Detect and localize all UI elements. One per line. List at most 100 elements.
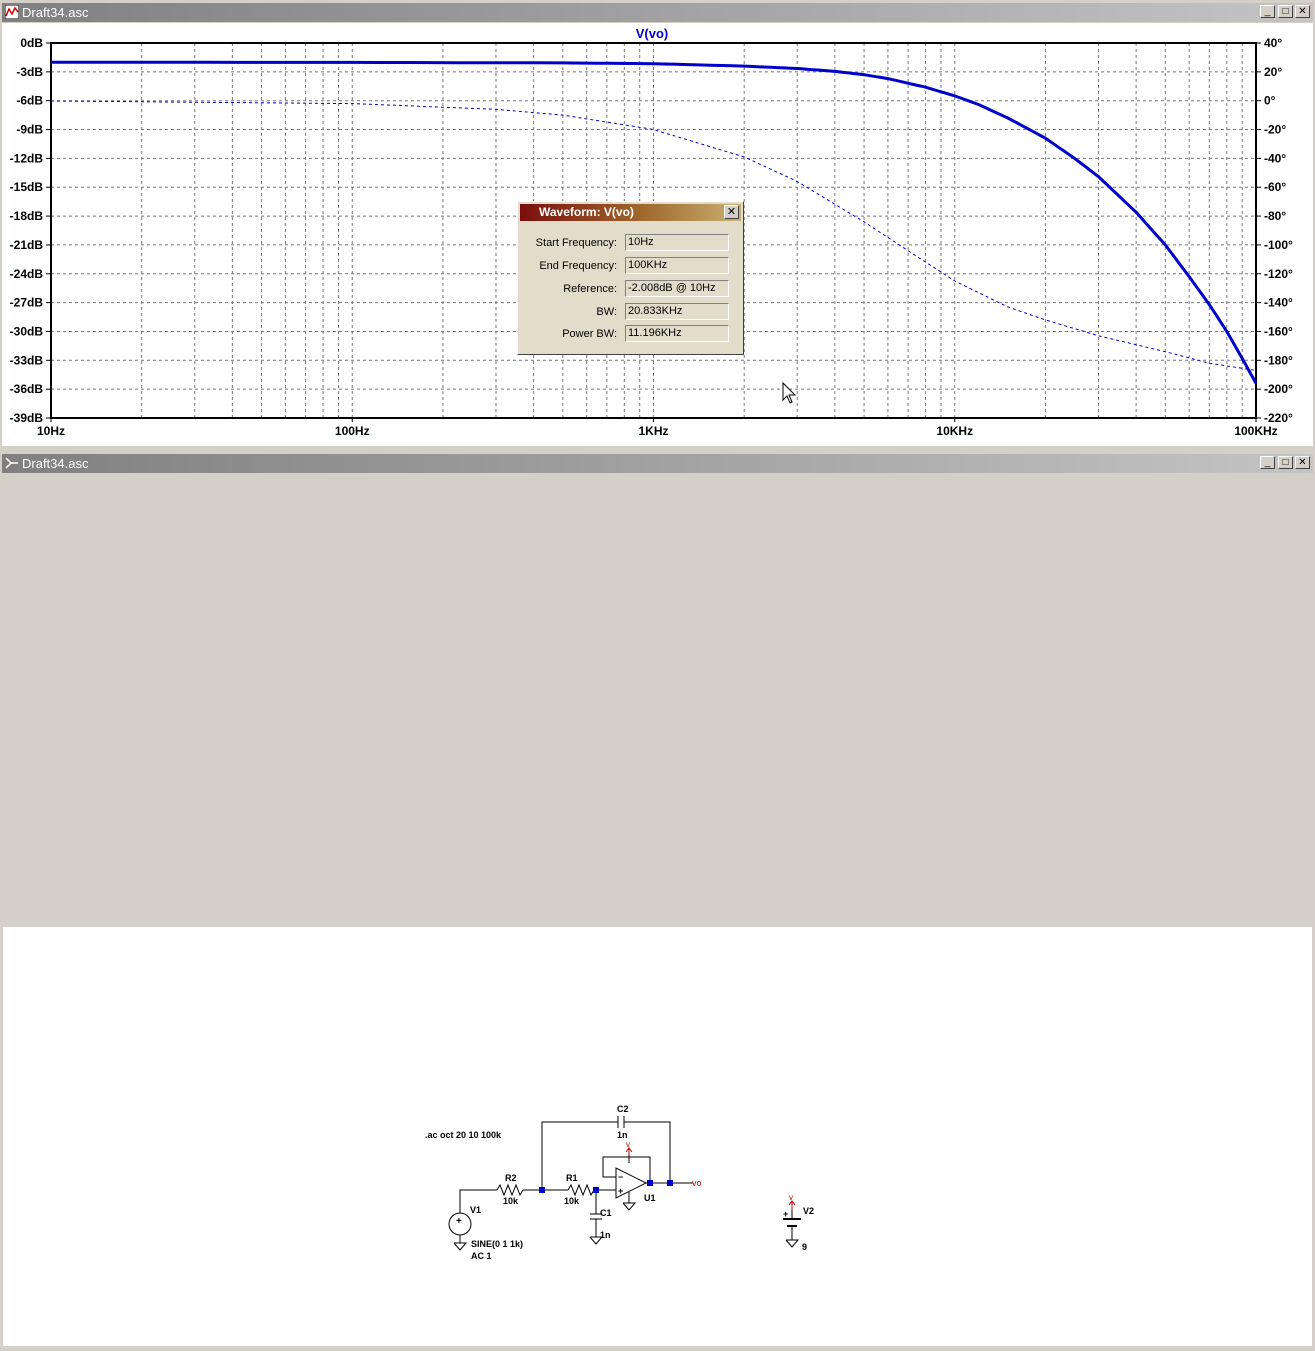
u1-noninv-sign: + (618, 1186, 623, 1196)
r2-zigzag (496, 1183, 524, 1197)
waveform-dialog-titlebar[interactable]: Waveform: V(vo) ✕ (520, 204, 741, 221)
schematic-close-button[interactable]: ✕ (1295, 456, 1310, 469)
opamp-ground-icon (622, 1202, 637, 1211)
y-left-tick-label: -21dB (10, 238, 44, 252)
start-frequency-row: Start Frequency: 10Hz (518, 234, 745, 253)
y-left-tick-label: -15dB (10, 180, 44, 194)
v1-ground-icon (453, 1242, 468, 1251)
opamp-follower-wire (602, 1156, 651, 1183)
v2-name: V2 (803, 1206, 814, 1216)
start-frequency-label: Start Frequency: (535, 237, 617, 249)
y-left-tick-label: -3dB (16, 65, 43, 79)
schematic-maximize-button[interactable]: □ (1278, 456, 1293, 469)
y-right-tick-label: -80° (1264, 209, 1286, 223)
waveform-icon (5, 5, 19, 19)
plot-window-title: Draft34.asc (22, 5, 89, 20)
y-left-tick-label: -9dB (16, 123, 43, 137)
c1-value: 1n (600, 1230, 611, 1240)
y-right-tick-label: 20° (1264, 65, 1282, 79)
trace-label: V(vo) (636, 26, 669, 41)
reference-value: -2.008dB @ 10Hz (625, 280, 729, 297)
y-right-tick-label: -200° (1264, 382, 1293, 396)
reference-label: Reference: (563, 283, 617, 295)
v2-ground-icon (785, 1239, 800, 1248)
u1-supply-label: v (626, 1140, 630, 1149)
y-left-tick-label: -36dB (10, 382, 44, 396)
right-axis-ticks: 40° 20° 0° -20° -40° -60° -80° -100° -120° -140° -… (1256, 36, 1293, 425)
y-right-tick-label: -100° (1264, 238, 1293, 252)
junction-dot (593, 1187, 599, 1193)
y-right-tick-label: -160° (1264, 324, 1293, 338)
u1-inv-sign: − (618, 1172, 623, 1182)
v2-supply-label: v (789, 1193, 793, 1202)
y-right-tick-label: -20° (1264, 123, 1286, 137)
v2-value: 9 (802, 1242, 807, 1252)
end-frequency-row: End Frequency: 100KHz (518, 257, 745, 276)
schematic-window-title: Draft34.asc (22, 456, 89, 471)
junction-dot (667, 1180, 673, 1186)
y-left-tick-label: -30dB (10, 324, 44, 338)
start-frequency-value: 10Hz (625, 234, 729, 251)
maximize-button[interactable]: □ (1278, 5, 1293, 18)
power-bw-value: 11.196KHz (625, 325, 729, 342)
junction-dot (647, 1180, 653, 1186)
y-left-tick-label: -39dB (10, 411, 44, 425)
bw-label: BW: (596, 306, 617, 318)
schematic-minimize-button[interactable]: _ (1260, 456, 1275, 469)
y-right-tick-label: -40° (1264, 151, 1286, 165)
left-axis-ticks: 0dB -3dB -6dB -9dB -12dB -15dB -18dB -21dB -24dB… (10, 36, 51, 425)
c2-name: C2 (617, 1104, 629, 1114)
plot-window: Draft34.asc _ □ ✕ 0dB -3dB -6dB -9dB -12dB -1… (0, 0, 1315, 451)
schematic-canvas[interactable]: .ac oct 20 10 100k C2 1n R2 10k R1 10k C… (3, 927, 1312, 1346)
close-button[interactable]: ✕ (1295, 5, 1310, 18)
y-left-tick-label: -12dB (10, 151, 44, 165)
y-right-tick-label: 40° (1264, 36, 1282, 50)
mouse-cursor-icon (782, 381, 797, 404)
y-left-tick-label: -6dB (16, 94, 43, 108)
junction-dot (539, 1187, 545, 1193)
x-tick-label: 1KHz (638, 424, 668, 438)
output-label: vo (692, 1178, 702, 1188)
power-bw-label: Power BW: (562, 328, 617, 340)
x-tick-label: 10KHz (936, 424, 973, 438)
minimize-button[interactable]: _ (1260, 5, 1275, 18)
y-left-tick-label: 0dB (20, 36, 43, 50)
x-tick-label: 100Hz (335, 424, 370, 438)
v1-plus-sign: + (456, 1216, 462, 1227)
v2-plus-sign: + (783, 1209, 788, 1219)
bw-row: BW: 20.833KHz (518, 303, 745, 322)
y-right-tick-label: -120° (1264, 267, 1293, 281)
y-right-tick-label: -220° (1264, 411, 1293, 425)
v1-value: SINE(0 1 1k) (471, 1239, 523, 1249)
x-tick-label: 10Hz (37, 424, 65, 438)
ac-directive: .ac oct 20 10 100k (425, 1130, 502, 1140)
power-bw-row: Power BW: 11.196KHz (518, 325, 745, 344)
end-frequency-value: 100KHz (625, 257, 729, 274)
c1-name: C1 (600, 1208, 612, 1218)
y-right-tick-label: -180° (1264, 353, 1293, 367)
v1-ac: AC 1 (471, 1251, 492, 1261)
y-left-tick-label: -27dB (10, 296, 44, 310)
x-tick-label: 100KHz (1234, 424, 1277, 438)
r1-zigzag (567, 1183, 595, 1197)
schematic-icon (5, 457, 18, 469)
r1-name: R1 (566, 1173, 578, 1183)
y-left-tick-label: -24dB (10, 267, 44, 281)
waveform-dialog-title: Waveform: V(vo) (539, 205, 634, 219)
x-axis-ticks: 10Hz 100Hz 1KHz 10KHz 100KHz (37, 418, 1278, 438)
end-frequency-label: End Frequency: (539, 260, 617, 272)
v1-name: V1 (470, 1205, 481, 1215)
dialog-close-button[interactable]: ✕ (724, 205, 739, 219)
circuit-diagram[interactable]: .ac oct 20 10 100k C2 1n R2 10k R1 10k C… (3, 927, 1312, 1346)
waveform-dialog: Waveform: V(vo) ✕ Start Frequency: 10Hz … (517, 201, 744, 355)
plot-window-titlebar[interactable]: Draft34.asc _ □ ✕ (2, 3, 1313, 22)
r1-value: 10k (564, 1196, 580, 1206)
u1-name: U1 (644, 1193, 656, 1203)
y-right-tick-label: -60° (1264, 180, 1286, 194)
bw-value: 20.833KHz (625, 303, 729, 320)
schematic-window: Draft34.asc _ □ ✕ .ac oct 20 10 100k C2 … (0, 451, 1315, 1346)
r2-value: 10k (503, 1196, 519, 1206)
r2-name: R2 (505, 1173, 517, 1183)
y-right-tick-label: 0° (1264, 94, 1276, 108)
schematic-window-titlebar[interactable]: Draft34.asc _ □ ✕ (2, 454, 1313, 473)
